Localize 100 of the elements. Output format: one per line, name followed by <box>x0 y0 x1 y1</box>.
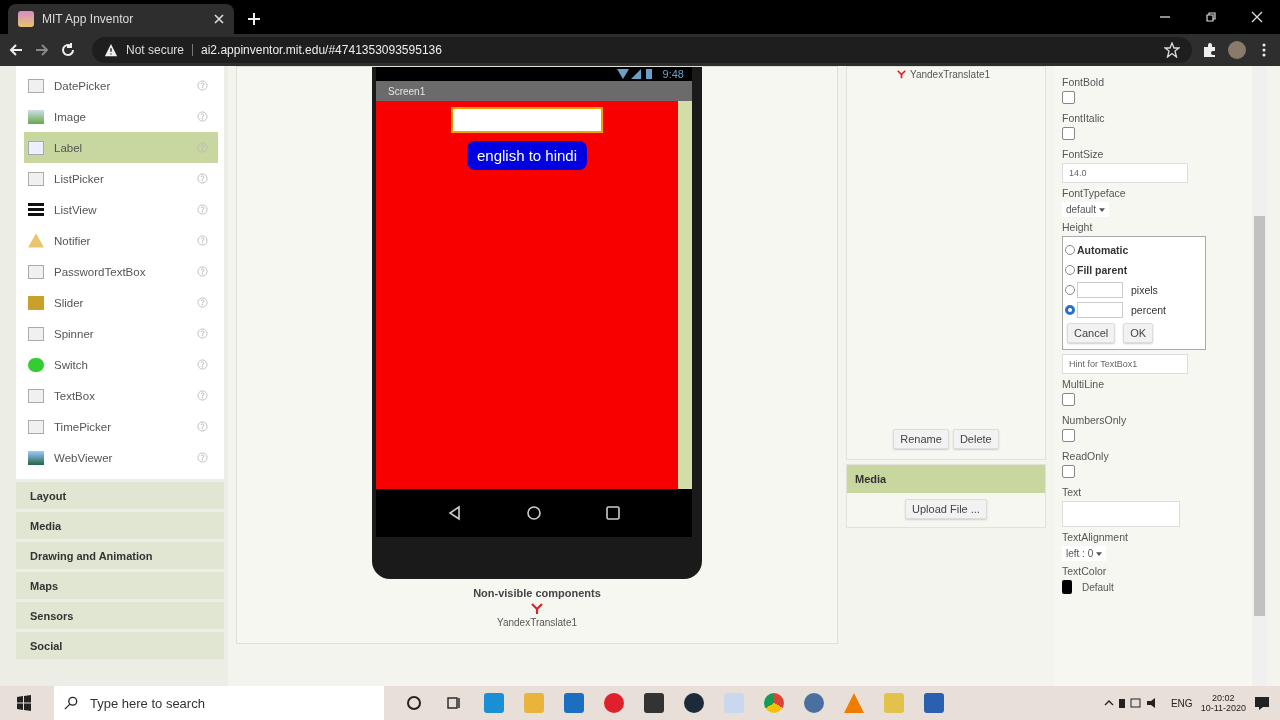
property-label: TextColor <box>1062 565 1107 577</box>
dialog-button[interactable]: Cancel <box>1067 323 1116 343</box>
checkbox[interactable] <box>1062 127 1075 140</box>
tree-item[interactable]: YandexTranslate1 <box>910 69 991 80</box>
palette-category[interactable]: Drawing and Animation <box>16 542 224 569</box>
component-icon <box>28 326 44 341</box>
dropdown[interactable]: default <box>1062 202 1110 217</box>
number-input[interactable] <box>1077 302 1123 318</box>
y-logo-icon <box>531 603 543 615</box>
property-label: NumbersOnly <box>1062 414 1127 426</box>
language-indicator[interactable]: ENG <box>1170 697 1193 709</box>
palette-item[interactable]: Switch <box>24 349 218 380</box>
address-bar[interactable]: Not secure ai2.appinventor.mit.edu/#4741353093595136 <box>92 37 1192 63</box>
browser-tab[interactable]: MIT App Inventor <box>8 4 234 34</box>
component-icon <box>28 140 44 155</box>
reload-icon[interactable] <box>60 42 76 58</box>
component-icon <box>28 295 44 310</box>
color-value: Default <box>1082 581 1114 593</box>
palette-item[interactable]: Image <box>24 101 218 132</box>
property-label: Height <box>1062 221 1093 233</box>
notification-icon[interactable] <box>1254 695 1270 711</box>
component-icon <box>28 78 44 93</box>
component-action-button[interactable]: Rename <box>893 429 949 449</box>
property-label: FontTypeface <box>1062 187 1126 199</box>
star-icon[interactable] <box>1164 42 1180 58</box>
warning-icon <box>104 43 118 57</box>
color-swatch[interactable] <box>1062 580 1072 594</box>
translate-button[interactable]: english to hindi <box>466 141 588 170</box>
close-icon[interactable] <box>214 14 224 24</box>
component-icon <box>28 388 44 403</box>
caret-icon <box>1099 207 1106 212</box>
close-icon[interactable] <box>1251 11 1263 23</box>
palette-category[interactable]: Social <box>16 632 224 659</box>
tab-title: MIT App Inventor <box>42 12 135 26</box>
property-label: FontBold <box>1062 76 1105 88</box>
puzzle-icon[interactable] <box>1202 42 1218 58</box>
checkbox[interactable] <box>1062 429 1075 442</box>
property-label: FontSize <box>1062 148 1104 160</box>
windows-start-icon[interactable] <box>16 695 32 711</box>
palette-item[interactable]: Notifier <box>24 225 218 256</box>
forward-arrow-icon[interactable] <box>34 42 50 58</box>
scrollbar-thumb[interactable] <box>1254 216 1265 616</box>
url-text: ai2.appinventor.mit.edu/#4741353093595136 <box>201 43 442 57</box>
property-label: Text <box>1062 486 1082 498</box>
clock-date: 10-11-2020 <box>1200 703 1246 713</box>
property-label: FontItalic <box>1062 112 1105 124</box>
dropdown[interactable]: left : 0 <box>1062 546 1107 561</box>
number-input[interactable] <box>1077 282 1123 298</box>
palette-item[interactable]: Label <box>24 132 218 163</box>
palette-item[interactable]: WebViewer <box>24 442 218 473</box>
palette-item[interactable]: Slider <box>24 287 218 318</box>
palette-category[interactable]: Maps <box>16 572 224 599</box>
component-action-button[interactable]: Delete <box>952 429 999 449</box>
component-icon <box>28 264 44 279</box>
component-icon <box>28 233 44 248</box>
palette-item[interactable]: TimePicker <box>24 411 218 442</box>
component-icon <box>28 202 44 217</box>
palette-category[interactable]: Sensors <box>16 602 224 629</box>
text-field[interactable]: Hint for TextBox1 <box>1062 354 1188 374</box>
circle-icon[interactable] <box>404 693 424 713</box>
radio-button[interactable] <box>1065 305 1075 315</box>
app-logo-icon <box>18 11 34 27</box>
caret-icon <box>1096 551 1103 556</box>
home-icon[interactable] <box>526 505 542 521</box>
property-label: MultiLine <box>1062 378 1105 390</box>
checkbox[interactable] <box>1062 393 1075 406</box>
option-label: percent <box>1131 304 1167 316</box>
palette-item[interactable]: Spinner <box>24 318 218 349</box>
palette-category[interactable]: Media <box>16 512 224 539</box>
option-label: Automatic <box>1077 244 1129 256</box>
new-tab-icon[interactable] <box>248 13 260 25</box>
search-icon <box>64 696 78 710</box>
option-label: Fill parent <box>1077 264 1128 276</box>
component-icon <box>28 109 44 124</box>
checkbox[interactable] <box>1062 91 1075 104</box>
checkbox[interactable] <box>1062 465 1075 478</box>
back-arrow-icon[interactable] <box>8 42 24 58</box>
text-input-field[interactable] <box>451 107 603 133</box>
component-icon <box>28 419 44 434</box>
text-field[interactable]: 14.0 <box>1062 163 1188 183</box>
profile-avatar[interactable] <box>1228 41 1246 59</box>
security-label: Not secure <box>126 43 185 57</box>
component-name: YandexTranslate1 <box>496 617 578 628</box>
recents-icon[interactable] <box>604 505 621 521</box>
dialog-button[interactable]: OK <box>1123 323 1154 343</box>
upload-button[interactable]: Upload File ... <box>905 499 987 519</box>
media-header: Media <box>847 465 1045 493</box>
palette-item[interactable]: DatePicker <box>24 70 218 101</box>
restore-icon[interactable] <box>1205 11 1217 23</box>
component-icon <box>28 450 44 465</box>
taskbar-search-field[interactable]: Type here to search <box>54 686 384 720</box>
palette-item[interactable]: TextBox <box>24 380 218 411</box>
status-time: 9:48 <box>662 68 684 80</box>
palette-item[interactable]: PasswordTextBox <box>24 256 218 287</box>
y-logo-icon <box>897 70 906 79</box>
palette-item[interactable]: ListView <box>24 194 218 225</box>
palette-item[interactable]: ListPicker <box>24 163 218 194</box>
palette-category[interactable]: Layout <box>16 482 224 509</box>
component-icon <box>28 171 44 186</box>
screen-title: Screen1 <box>388 85 426 97</box>
